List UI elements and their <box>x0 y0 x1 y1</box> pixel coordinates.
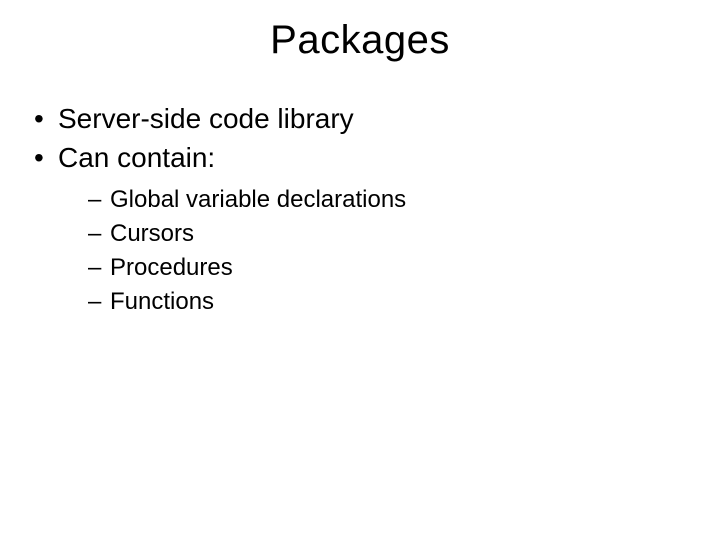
sub-bullet-text: Global variable declarations <box>110 186 406 213</box>
bullet-list: Server-side code library Can contain: Gl… <box>30 101 690 317</box>
sub-bullet-text: Functions <box>110 288 214 315</box>
slide-body: Server-side code library Can contain: Gl… <box>0 63 720 317</box>
slide: Packages Server-side code library Can co… <box>0 0 720 540</box>
list-item: Procedures <box>88 253 690 283</box>
sub-bullet-text: Procedures <box>110 254 233 281</box>
list-item: Server-side code library <box>30 101 690 136</box>
bullet-text: Server-side code library <box>58 103 354 134</box>
sub-bullet-list: Global variable declarations Cursors Pro… <box>58 185 690 317</box>
list-item: Cursors <box>88 219 690 249</box>
sub-bullet-text: Cursors <box>110 220 194 247</box>
slide-title: Packages <box>0 0 720 63</box>
bullet-text: Can contain: <box>58 142 215 173</box>
list-item: Global variable declarations <box>88 185 690 215</box>
list-item: Functions <box>88 287 690 317</box>
list-item: Can contain: Global variable declaration… <box>30 140 690 317</box>
